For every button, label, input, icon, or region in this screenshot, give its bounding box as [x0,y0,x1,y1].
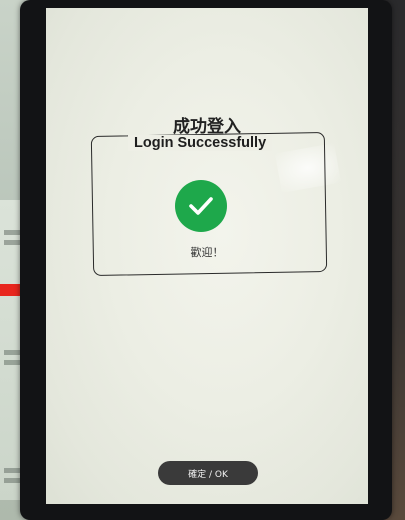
kiosk-screen: 成功登入 Login Successfully 歡迎！ 確定 / OK [46,8,368,504]
welcome-message: 歡迎！ [190,246,224,259]
ok-button[interactable]: 確定 / OK [158,461,258,485]
dialog-title-zh: 成功登入 [173,117,241,137]
check-circle-icon [175,180,227,232]
checkmark-icon [189,197,213,215]
dialog-title-en: Login Successfully [128,135,273,151]
